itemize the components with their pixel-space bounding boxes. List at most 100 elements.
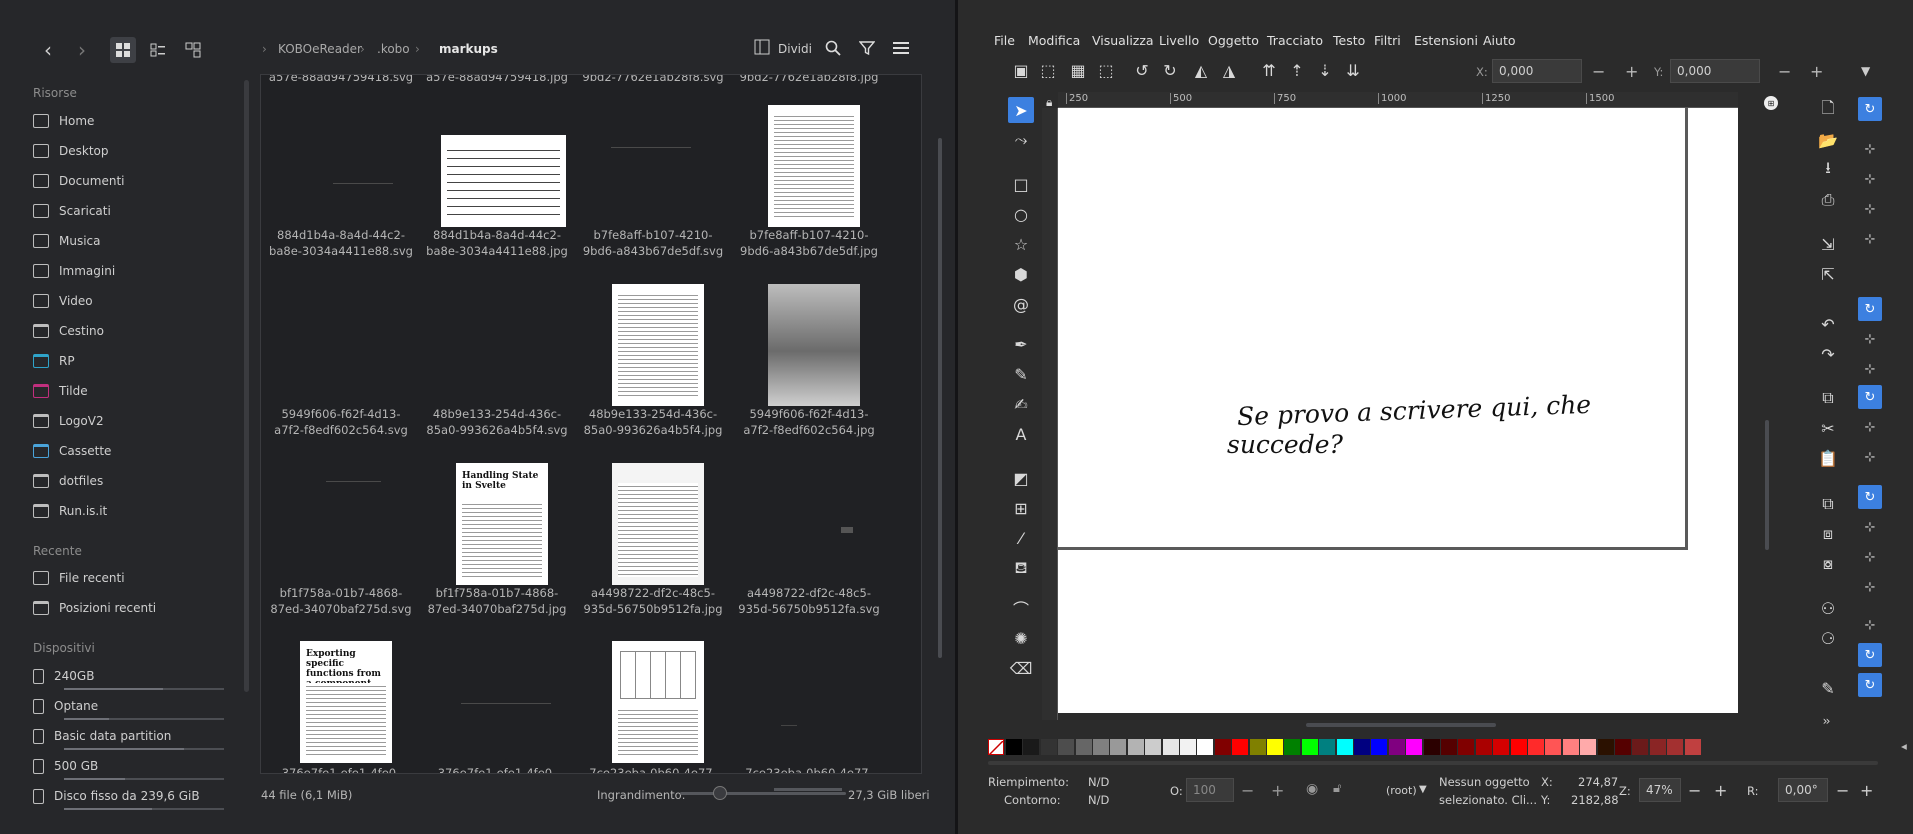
snap-bbox-edge-icon[interactable]: ⊹	[1858, 167, 1882, 191]
rectangle-tool[interactable]: □	[1008, 171, 1034, 197]
calligraphy-tool[interactable]: ✍	[1008, 391, 1034, 417]
snap-page-border-icon[interactable]: ⊹	[1858, 613, 1882, 637]
split-button[interactable]: Dividi	[778, 42, 812, 56]
pen-tool[interactable]: ✒	[1008, 331, 1034, 357]
cut-icon[interactable]: ✂	[1815, 415, 1841, 441]
handwriting-line-2[interactable]: succede?	[1227, 430, 1343, 459]
spray-tool[interactable]: ✺	[1008, 625, 1034, 651]
thumbnail-image[interactable]	[768, 105, 860, 227]
unlink-clone-icon[interactable]: ⧇	[1815, 551, 1841, 577]
x-plus-button[interactable]: +	[1625, 62, 1638, 81]
file-item[interactable]: 884d1b4a-8a4d-44c2- ba8e-3034a4411e88.svg	[263, 227, 419, 259]
menu-tracciato[interactable]: Tracciato	[1267, 33, 1323, 48]
canvas-corner-icon[interactable]: ⊞	[1764, 96, 1778, 110]
redo-icon[interactable]: ↷	[1815, 341, 1841, 367]
paste-icon[interactable]: 📋	[1815, 445, 1841, 471]
select-all-layers-icon[interactable]: ⬚	[1035, 57, 1061, 83]
sidebar-device[interactable]: Basic data partition	[33, 723, 233, 749]
new-document-icon[interactable]: 🗋	[1815, 97, 1841, 123]
sidebar-item-scaricati[interactable]: Scaricati	[33, 198, 233, 224]
duplicate-icon[interactable]: ⧉	[1815, 491, 1841, 517]
color-swatch[interactable]	[1423, 739, 1440, 755]
sidebar-item-video[interactable]: Video	[33, 288, 233, 314]
menu-modifica[interactable]: Modifica	[1028, 33, 1080, 48]
file-item[interactable]: 48b9e133-254d-436c- 85a0-993626a4b5f4.svg	[419, 406, 575, 438]
print-icon[interactable]: ⎙	[1815, 187, 1841, 213]
color-swatch[interactable]	[1649, 739, 1666, 755]
fill-stroke-icon[interactable]: ✎	[1815, 675, 1841, 701]
color-swatch[interactable]	[1127, 739, 1144, 755]
import-icon[interactable]: ⇲	[1815, 231, 1841, 257]
zoom-minus-button[interactable]: −	[1688, 781, 1701, 800]
menu-testo[interactable]: Testo	[1333, 33, 1365, 48]
breadcrumb-item-kobo[interactable]: .kobo	[377, 42, 410, 56]
menu-filtri[interactable]: Filtri	[1374, 33, 1401, 48]
file-grid-scrollbar[interactable]	[938, 138, 942, 658]
zoom-slider[interactable]	[680, 786, 846, 800]
tree-view-button[interactable]	[180, 37, 206, 63]
color-swatch[interactable]	[1267, 739, 1283, 755]
color-swatch[interactable]	[1214, 739, 1231, 755]
y-minus-button[interactable]: −	[1778, 62, 1791, 81]
menu-aiuto[interactable]: Aiuto	[1483, 33, 1516, 48]
rotation-minus-button[interactable]: −	[1836, 781, 1849, 800]
sidebar-device[interactable]: Optane	[33, 693, 233, 719]
file-item[interactable]: bf1f758a-01b7-4868- 87ed-34070baf275d.jpg	[419, 585, 575, 617]
color-swatch[interactable]	[1040, 739, 1057, 755]
x-minus-button[interactable]: −	[1592, 62, 1605, 81]
layer-dropdown[interactable]: (root)	[1386, 784, 1417, 797]
color-swatch[interactable]	[1388, 739, 1405, 755]
color-swatch[interactable]	[1528, 739, 1544, 755]
zoom-plus-button[interactable]: +	[1714, 781, 1727, 800]
color-swatch[interactable]	[1632, 739, 1649, 755]
file-item[interactable]: 5949f606-f62f-4d13- a7f2-f8edf602c564.svg	[263, 406, 419, 438]
star-tool[interactable]: ☆	[1008, 231, 1034, 257]
file-item[interactable]: 9bd2-7762e1ab28f8.jpg	[731, 75, 887, 85]
color-swatch[interactable]	[1493, 739, 1510, 755]
sidebar-scrollbar[interactable]	[244, 80, 249, 692]
sidebar-item-desktop[interactable]: Desktop	[33, 138, 233, 164]
sidebar-item-cestino[interactable]: Cestino	[33, 318, 233, 344]
sidebar-item-recent-files[interactable]: File recenti	[33, 565, 233, 591]
mesh-tool[interactable]: ⊞	[1008, 495, 1034, 521]
thumbnail-image[interactable]: Handling State in Svelte	[456, 463, 548, 585]
snap-grid-icon[interactable]: ↻	[1858, 643, 1882, 667]
raise-to-top-icon[interactable]: ⇈	[1256, 57, 1282, 83]
snap-smooth-icon[interactable]: ⊹	[1858, 415, 1882, 439]
filter-icon[interactable]	[857, 38, 877, 58]
paint-bucket-tool[interactable]: ⛾	[1008, 555, 1034, 581]
color-swatch[interactable]	[1336, 739, 1353, 755]
menu-file[interactable]: File	[994, 33, 1015, 48]
chevron-down-icon[interactable]: ▼	[1419, 784, 1427, 795]
color-swatch[interactable]	[1319, 739, 1336, 755]
color-swatch[interactable]	[1684, 739, 1701, 755]
pencil-tool[interactable]: ✎	[1008, 361, 1034, 387]
color-swatch[interactable]	[1093, 739, 1109, 755]
color-swatch[interactable]	[1510, 739, 1527, 755]
sidebar-item-rp[interactable]: RP	[33, 348, 233, 374]
color-swatch[interactable]	[1023, 739, 1040, 755]
file-item[interactable]: 884d1b4a-8a4d-44c2- ba8e-3034a4411e88.jpg	[419, 227, 575, 259]
color-swatch[interactable]	[1249, 739, 1266, 755]
file-item[interactable]: a4498722-df2c-48c5- 935d-56750b9512fa.jpg	[575, 585, 731, 617]
menu-estensioni[interactable]: Estensioni	[1414, 33, 1478, 48]
rotate-cw-icon[interactable]: ↻	[1157, 57, 1183, 83]
x-field[interactable]: 0,000	[1492, 59, 1582, 83]
flip-vertical-icon[interactable]: ◮	[1216, 57, 1242, 83]
canvas[interactable]: Se provo a scrivere qui, che succede?	[1058, 108, 1738, 713]
no-paint-swatch[interactable]	[988, 739, 1004, 756]
color-swatch[interactable]	[1354, 739, 1370, 755]
snap-guide-icon[interactable]: ↻	[1858, 673, 1882, 697]
y-field[interactable]: 0,000	[1670, 59, 1760, 83]
file-item[interactable]: a57e-88ad94759418.jpg	[419, 75, 575, 85]
sidebar-item-run-is-it[interactable]: Run.is.it	[33, 498, 233, 524]
group-icon[interactable]: ⚇	[1815, 595, 1841, 621]
sidebar-item-documenti[interactable]: Documenti	[33, 168, 233, 194]
snap-cusp-icon[interactable]: ↻	[1858, 385, 1882, 409]
palette-scroll-icon[interactable]: ◂	[1901, 739, 1907, 753]
dropper-tool[interactable]: ⁄	[1008, 525, 1034, 551]
search-icon[interactable]	[823, 38, 843, 58]
zoom-slider-handle[interactable]	[713, 786, 727, 800]
opacity-field[interactable]: 100	[1186, 778, 1234, 802]
clone-icon[interactable]: ⧈	[1815, 521, 1841, 547]
